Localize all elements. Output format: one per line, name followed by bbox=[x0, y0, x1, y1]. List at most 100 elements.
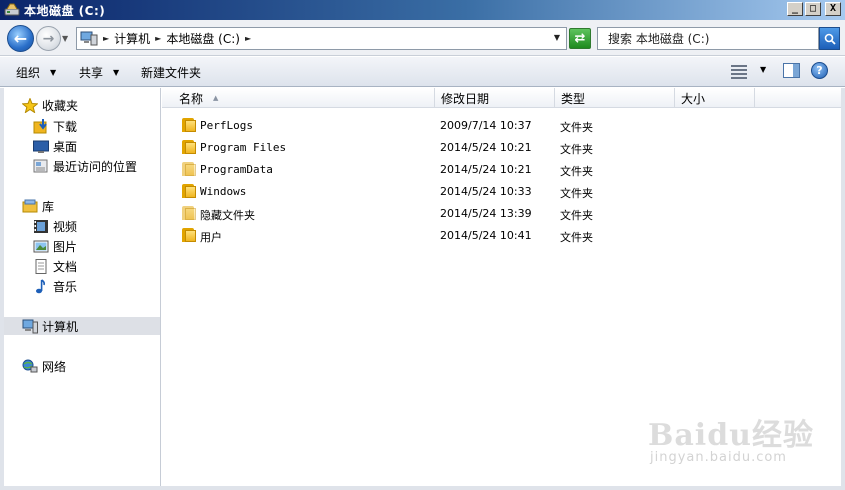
nav-item-music[interactable]: 音乐 bbox=[33, 277, 77, 295]
folder-icon bbox=[182, 162, 196, 176]
address-bar[interactable]: ► 计算机 ► 本地磁盘 (C:) ► ▼ bbox=[76, 27, 567, 50]
file-type: 文件夹 bbox=[560, 143, 593, 156]
breadcrumb-computer[interactable]: 计算机 bbox=[114, 30, 150, 47]
nav-desktop-label: 桌面 bbox=[53, 139, 78, 154]
nav-network[interactable]: 网络 bbox=[22, 357, 66, 375]
back-button[interactable]: ← bbox=[7, 25, 34, 52]
chevron-right-icon[interactable]: ► bbox=[103, 34, 109, 43]
nav-favorites[interactable]: 收藏夹 bbox=[21, 96, 79, 114]
column-type-label: 类型 bbox=[561, 91, 586, 106]
nav-pictures-label: 图片 bbox=[53, 239, 78, 254]
share-menu[interactable]: 共享 ▼ bbox=[79, 64, 119, 81]
column-header-type[interactable]: 类型 bbox=[555, 88, 675, 108]
file-modified: 2014/5/24 13:39 bbox=[440, 207, 532, 220]
nav-item-recent-places[interactable]: 最近访问的位置 bbox=[33, 157, 137, 175]
window-frame-bottom bbox=[0, 486, 845, 490]
column-header-size[interactable]: 大小 bbox=[675, 88, 755, 108]
star-icon bbox=[21, 96, 39, 114]
preview-pane-icon[interactable] bbox=[783, 63, 800, 78]
chevron-right-icon[interactable]: ► bbox=[155, 34, 161, 43]
column-name-label: 名称 bbox=[179, 91, 204, 106]
library-icon bbox=[22, 199, 38, 214]
computer-icon bbox=[80, 31, 98, 46]
folder-icon bbox=[182, 118, 196, 132]
file-name: PerfLogs bbox=[200, 119, 253, 132]
music-icon bbox=[33, 278, 49, 294]
search-button[interactable] bbox=[819, 27, 840, 50]
table-row[interactable]: Program Files 2014/5/24 10:21 文件夹 bbox=[162, 138, 841, 158]
window-title: 本地磁盘 (C:) bbox=[24, 3, 106, 18]
search-icon bbox=[824, 33, 836, 45]
nav-item-downloads[interactable]: 下载 bbox=[33, 117, 77, 135]
column-header-name[interactable]: 名称 ▲ bbox=[162, 88, 435, 108]
column-header-modified[interactable]: 修改日期 bbox=[435, 88, 555, 108]
table-row[interactable]: ProgramData 2014/5/24 10:21 文件夹 bbox=[162, 160, 841, 180]
nav-item-documents[interactable]: 文档 bbox=[33, 257, 77, 275]
share-label: 共享 bbox=[79, 66, 104, 80]
minimize-button[interactable]: _ bbox=[787, 2, 803, 16]
refresh-icon: ⇄ bbox=[574, 31, 586, 46]
nav-music-label: 音乐 bbox=[53, 279, 78, 294]
nav-computer-label: 计算机 bbox=[42, 319, 79, 334]
close-button[interactable]: X bbox=[825, 2, 841, 16]
document-icon bbox=[33, 258, 49, 274]
chevron-right-icon[interactable]: ► bbox=[245, 34, 251, 43]
back-arrow-icon: ← bbox=[13, 29, 28, 48]
computer-icon bbox=[22, 319, 38, 334]
breadcrumb-local-disk[interactable]: 本地磁盘 (C:) bbox=[166, 30, 240, 47]
chevron-down-icon: ▼ bbox=[113, 68, 120, 77]
recent-pages-dropdown[interactable]: ▼ bbox=[62, 34, 68, 43]
file-name: 隐藏文件夹 bbox=[200, 209, 255, 222]
nav-computer[interactable]: 计算机 bbox=[4, 317, 160, 335]
nav-favorites-label: 收藏夹 bbox=[42, 98, 79, 113]
table-row[interactable]: 用户 2014/5/24 10:41 文件夹 bbox=[162, 226, 841, 246]
folder-icon bbox=[182, 140, 196, 154]
file-type: 文件夹 bbox=[560, 121, 593, 134]
help-icon[interactable]: ? bbox=[811, 62, 828, 79]
address-toolbar: ← → ▼ ► 计算机 ► 本地磁盘 (C:) ► ▼ ⇄ 搜索 本地磁盘 (C… bbox=[0, 20, 845, 56]
views-icon[interactable] bbox=[731, 64, 747, 79]
nav-network-label: 网络 bbox=[42, 359, 67, 374]
forward-arrow-icon: → bbox=[42, 30, 55, 47]
file-name: 用户 bbox=[200, 231, 222, 244]
download-folder-icon bbox=[33, 118, 49, 134]
nav-item-desktop[interactable]: 桌面 bbox=[33, 137, 77, 155]
table-row[interactable]: Windows 2014/5/24 10:33 文件夹 bbox=[162, 182, 841, 202]
file-name: ProgramData bbox=[200, 163, 273, 176]
refresh-button[interactable]: ⇄ bbox=[569, 28, 591, 49]
network-icon bbox=[22, 359, 38, 374]
new-folder-label: 新建文件夹 bbox=[141, 66, 202, 80]
search-input[interactable]: 搜索 本地磁盘 (C:) bbox=[597, 27, 819, 50]
address-dropdown[interactable]: ▼ bbox=[554, 33, 560, 42]
maximize-button[interactable]: □ bbox=[805, 2, 821, 16]
file-name: Windows bbox=[200, 185, 247, 198]
folder-icon bbox=[182, 184, 196, 198]
nav-libraries[interactable]: 库 bbox=[22, 197, 54, 215]
file-name: Program Files bbox=[200, 141, 287, 154]
column-size-label: 大小 bbox=[681, 91, 706, 106]
chevron-down-icon: ▼ bbox=[50, 68, 57, 77]
organize-menu[interactable]: 组织 ▼ bbox=[16, 64, 56, 81]
nav-item-videos[interactable]: 视频 bbox=[33, 217, 77, 235]
forward-button[interactable]: → bbox=[36, 26, 61, 51]
table-row[interactable]: PerfLogs 2009/7/14 10:37 文件夹 bbox=[162, 116, 841, 136]
column-modified-label: 修改日期 bbox=[441, 91, 490, 106]
file-type: 文件夹 bbox=[560, 209, 593, 222]
navigation-pane: 收藏夹 下载 桌面 最近访问的位置 库 视频 图片 文档 音乐 计算机 网络 bbox=[4, 88, 161, 486]
title-bar[interactable]: 本地磁盘 (C:) _ □ X bbox=[0, 0, 845, 20]
command-bar: 组织 ▼ 共享 ▼ 新建文件夹 ▼ ? bbox=[0, 57, 845, 87]
watermark-brand: Baidu经验 bbox=[648, 418, 814, 453]
video-icon bbox=[33, 219, 49, 234]
nav-recent-label: 最近访问的位置 bbox=[53, 159, 138, 174]
sort-ascending-icon: ▲ bbox=[213, 94, 219, 102]
nav-downloads-label: 下载 bbox=[53, 119, 78, 134]
file-type: 文件夹 bbox=[560, 231, 593, 244]
file-modified: 2014/5/24 10:33 bbox=[440, 185, 532, 198]
new-folder-button[interactable]: 新建文件夹 bbox=[141, 64, 201, 81]
window-frame-right bbox=[841, 88, 845, 486]
table-row[interactable]: 隐藏文件夹 2014/5/24 13:39 文件夹 bbox=[162, 204, 841, 224]
organize-label: 组织 bbox=[16, 66, 41, 80]
views-dropdown[interactable]: ▼ bbox=[760, 65, 766, 74]
folder-icon bbox=[182, 228, 196, 242]
nav-item-pictures[interactable]: 图片 bbox=[33, 237, 77, 255]
